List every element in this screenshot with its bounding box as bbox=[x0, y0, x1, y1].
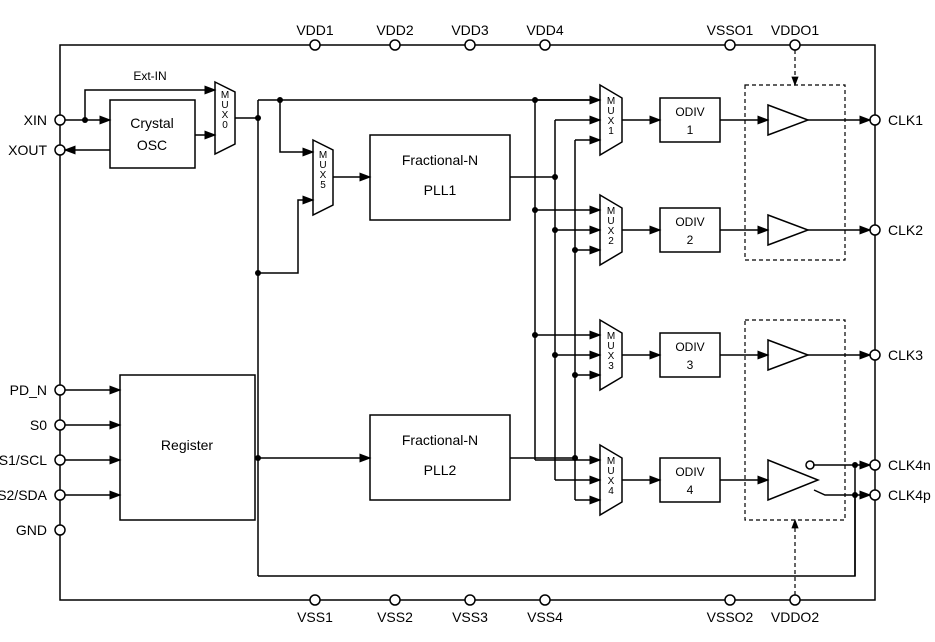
svg-text:2: 2 bbox=[608, 236, 614, 247]
ext-in-label: Ext-IN bbox=[133, 69, 166, 83]
svg-text:VSSO2: VSSO2 bbox=[707, 609, 754, 625]
pin-clk2: CLK2 bbox=[870, 222, 923, 238]
svg-text:PLL1: PLL1 bbox=[424, 182, 457, 198]
svg-text:XOUT: XOUT bbox=[8, 142, 47, 158]
pin-pdn: PD_N bbox=[10, 382, 65, 398]
svg-text:5: 5 bbox=[320, 180, 326, 191]
svg-text:ODIV: ODIV bbox=[675, 215, 704, 229]
pin-clk3: CLK3 bbox=[870, 347, 923, 363]
svg-text:CLK1: CLK1 bbox=[888, 112, 923, 128]
svg-text:PD_N: PD_N bbox=[10, 382, 47, 398]
svg-text:Fractional-N: Fractional-N bbox=[402, 152, 478, 168]
svg-text:VSS1: VSS1 bbox=[297, 609, 333, 625]
svg-text:Crystal: Crystal bbox=[130, 115, 174, 131]
svg-text:VDD3: VDD3 bbox=[451, 22, 489, 38]
svg-text:CLK2: CLK2 bbox=[888, 222, 923, 238]
svg-text:PLL2: PLL2 bbox=[424, 462, 457, 478]
svg-text:GND: GND bbox=[16, 522, 47, 538]
svg-text:VDDO2: VDDO2 bbox=[771, 609, 819, 625]
odiv2: ODIV 2 bbox=[660, 208, 720, 252]
svg-text:S1/SCL: S1/SCL bbox=[0, 452, 47, 468]
svg-text:VSS2: VSS2 bbox=[377, 609, 413, 625]
svg-text:VDDO1: VDDO1 bbox=[771, 22, 819, 38]
svg-text:VDD1: VDD1 bbox=[296, 22, 334, 38]
svg-text:S2/SDA: S2/SDA bbox=[0, 487, 48, 503]
svg-text:ODIV: ODIV bbox=[675, 105, 704, 119]
mux5: M U X 5 bbox=[313, 140, 333, 215]
pll1-block: Fractional-N PLL1 bbox=[370, 135, 510, 220]
pll2-block: Fractional-N PLL2 bbox=[370, 415, 510, 500]
mux2: M U X 2 bbox=[600, 195, 622, 265]
crystal-osc-block: Crystal OSC bbox=[110, 100, 195, 168]
pin-xin: XIN bbox=[24, 112, 65, 128]
mux1: M U X 1 bbox=[600, 85, 622, 155]
svg-text:0: 0 bbox=[222, 120, 228, 131]
pin-s0: S0 bbox=[30, 417, 65, 433]
svg-text:4: 4 bbox=[608, 486, 614, 497]
svg-text:CLK4p: CLK4p bbox=[888, 487, 931, 503]
odiv3: ODIV 3 bbox=[660, 333, 720, 377]
svg-text:ODIV: ODIV bbox=[675, 465, 704, 479]
svg-text:2: 2 bbox=[687, 233, 694, 247]
svg-text:VSSO1: VSSO1 bbox=[707, 22, 754, 38]
svg-text:OSC: OSC bbox=[137, 137, 167, 153]
svg-text:CLK3: CLK3 bbox=[888, 347, 923, 363]
svg-text:XIN: XIN bbox=[24, 112, 47, 128]
svg-text:1: 1 bbox=[608, 126, 614, 137]
svg-text:CLK4n: CLK4n bbox=[888, 457, 931, 473]
mux4: M U X 4 bbox=[600, 445, 622, 515]
svg-text:ODIV: ODIV bbox=[675, 340, 704, 354]
pin-gnd: GND bbox=[16, 522, 65, 538]
svg-text:VSS3: VSS3 bbox=[452, 609, 488, 625]
mux0: M U X 0 bbox=[215, 82, 235, 154]
mux3: M U X 3 bbox=[600, 320, 622, 390]
svg-text:Fractional-N: Fractional-N bbox=[402, 432, 478, 448]
svg-text:VDD2: VDD2 bbox=[376, 22, 414, 38]
block-diagram: VDD1 VDD2 VDD3 VDD4 VSSO1 VDDO1 VSS1 VSS… bbox=[0, 0, 935, 642]
pin-xout: XOUT bbox=[8, 142, 65, 158]
pin-clk4n: CLK4n bbox=[870, 457, 931, 473]
pin-clk1: CLK1 bbox=[870, 112, 923, 128]
svg-text:VDD4: VDD4 bbox=[526, 22, 564, 38]
svg-text:S0: S0 bbox=[30, 417, 47, 433]
svg-text:Register: Register bbox=[161, 437, 213, 453]
odiv4: ODIV 4 bbox=[660, 458, 720, 502]
pin-clk4p: CLK4p bbox=[870, 487, 931, 503]
svg-text:1: 1 bbox=[687, 123, 694, 137]
svg-text:3: 3 bbox=[608, 361, 614, 372]
odiv1: ODIV 1 bbox=[660, 98, 720, 142]
svg-text:VSS4: VSS4 bbox=[527, 609, 563, 625]
register-block: Register bbox=[120, 375, 255, 520]
pin-s1scl: S1/SCL bbox=[0, 452, 65, 468]
svg-text:4: 4 bbox=[687, 483, 694, 497]
pin-s2sda: S2/SDA bbox=[0, 487, 65, 503]
svg-text:3: 3 bbox=[687, 358, 694, 372]
